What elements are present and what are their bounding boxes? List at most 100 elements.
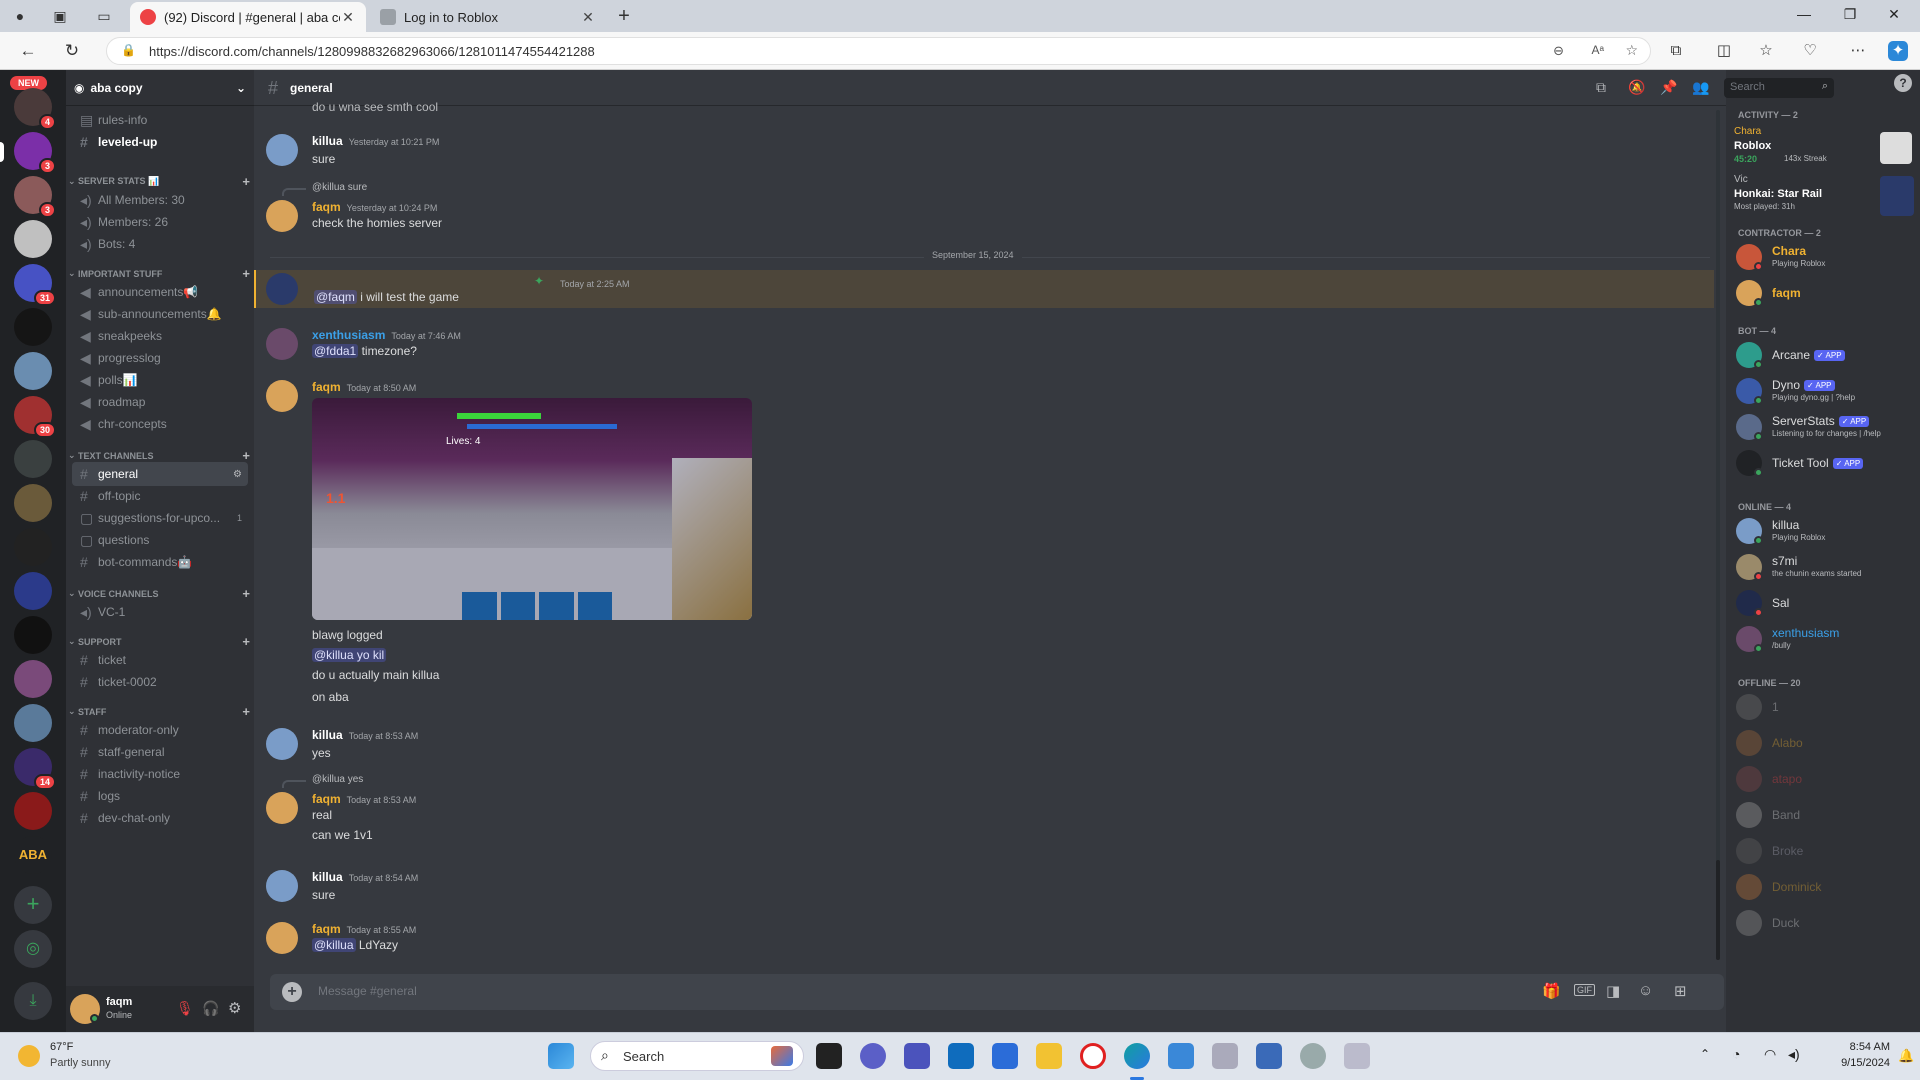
category-staff[interactable]: ⌄ STAFF +	[68, 704, 250, 719]
message-author[interactable]: killua Yesterday at 10:21 PM	[312, 134, 439, 148]
member-item[interactable]: Band	[1736, 798, 1916, 832]
search-input[interactable]: Search ⌕	[1724, 78, 1834, 98]
channel-suggestions[interactable]: ▢ suggestions-for-upco... 1	[72, 506, 248, 530]
add-channel-icon[interactable]: +	[242, 704, 250, 719]
tab-discord[interactable]: (92) Discord | #general | aba copy ✕	[130, 2, 366, 32]
restore-icon[interactable]: ❐	[1840, 6, 1860, 23]
guild-icon[interactable]: 3	[14, 176, 56, 218]
category-important-stuff[interactable]: ⌄ IMPORTANT STUFF +	[68, 266, 250, 281]
address-bar[interactable]: 🔒 https://discord.com/channels/128099883…	[106, 37, 1651, 65]
network-icon[interactable]: ◔	[1732, 1046, 1740, 1062]
weather-desc[interactable]: Partly sunny	[50, 1057, 111, 1069]
close-tab-icon[interactable]: ✕	[580, 9, 596, 26]
guild-icon[interactable]	[14, 352, 52, 390]
mute-mic-icon[interactable]: 🎙	[176, 1000, 194, 1017]
aba-guild-icon[interactable]: ABA	[14, 836, 52, 874]
guild-icon[interactable]	[14, 572, 52, 610]
member-item[interactable]: Arcane ✓ APP	[1736, 338, 1916, 372]
avatar[interactable]	[266, 328, 298, 360]
roblox-app-icon[interactable]	[1344, 1043, 1370, 1069]
guild-icon[interactable]	[14, 616, 52, 654]
channel-ticket[interactable]: # ticket	[72, 648, 248, 672]
add-channel-icon[interactable]: +	[242, 266, 250, 281]
notification-bell-icon[interactable]: 🔔	[1898, 1048, 1914, 1064]
zoom-icon[interactable]: ⊖	[1553, 43, 1564, 59]
avatar[interactable]	[266, 728, 298, 760]
user-settings-gear-icon[interactable]: ⚙	[228, 999, 241, 1017]
guild-icon[interactable]: 3	[14, 132, 56, 174]
gif-icon[interactable]: GIF	[1574, 984, 1595, 996]
member-item[interactable]: 1	[1736, 690, 1916, 724]
activity-card[interactable]: Chara Roblox 45:20 143x Streak	[1734, 126, 1914, 174]
app-icon[interactable]	[1212, 1043, 1238, 1069]
message-input[interactable]: Message #general	[318, 984, 417, 998]
favorites-icon[interactable]: ☆	[1756, 41, 1776, 61]
channel-vc-1[interactable]: ◂) VC-1	[72, 600, 248, 624]
start-icon[interactable]	[548, 1043, 574, 1069]
avatar[interactable]	[266, 200, 298, 232]
channel-polls[interactable]: ◀ polls📊	[72, 368, 248, 392]
gift-icon[interactable]: 🎁	[1542, 982, 1561, 1000]
channel-members[interactable]: ◂) Members: 26	[72, 210, 248, 234]
app-icon[interactable]	[1168, 1043, 1194, 1069]
message-author[interactable]: faqm Yesterday at 10:24 PM	[312, 200, 437, 214]
emoji-icon[interactable]: ☺	[1638, 982, 1653, 999]
guild-icon[interactable]: 4	[14, 88, 56, 130]
avatar[interactable]	[266, 870, 298, 902]
guild-icon[interactable]	[14, 440, 52, 478]
member-item[interactable]: Duck	[1736, 906, 1916, 940]
channel-all-members[interactable]: ◂) All Members: 30	[72, 188, 248, 212]
channel-general[interactable]: # general ⚙	[72, 462, 248, 486]
channel-rules-info[interactable]: ▤ rules-info	[72, 108, 248, 132]
close-window-icon[interactable]: ✕	[1884, 6, 1904, 23]
add-channel-icon[interactable]: +	[242, 634, 250, 649]
channel-chr-concepts[interactable]: ◀ chr-concepts	[72, 412, 248, 436]
reply-preview[interactable]: @killua sure	[312, 182, 367, 193]
mention[interactable]: @faqm	[314, 290, 357, 304]
task-view-icon[interactable]	[816, 1043, 842, 1069]
taskbar-search[interactable]: ⌕ Search	[590, 1041, 804, 1071]
message-author[interactable]: faqm Today at 8:55 AM	[312, 922, 416, 936]
clock-time[interactable]: 8:54 AM	[1830, 1041, 1890, 1053]
sticker-icon[interactable]: ◨	[1606, 982, 1620, 1000]
app-icon[interactable]	[1300, 1043, 1326, 1069]
threads-icon[interactable]: ⧉	[1596, 79, 1606, 96]
channel-sneakpeeks[interactable]: ◀ sneakpeeks	[72, 324, 248, 348]
mention[interactable]: @killua	[312, 938, 356, 952]
member-item[interactable]: Ticket Tool ✓ APP	[1736, 446, 1916, 480]
member-item[interactable]: s7mi the chunin exams started	[1736, 550, 1916, 584]
channel-progresslog[interactable]: ◀ progresslog	[72, 346, 248, 370]
channel-staff-general[interactable]: # staff-general	[72, 740, 248, 764]
member-item[interactable]: Dominick	[1736, 870, 1916, 904]
headphones-icon[interactable]: 🎧	[202, 1000, 219, 1017]
minimize-icon[interactable]: —	[1794, 6, 1814, 22]
volume-icon[interactable]: ◂)	[1788, 1046, 1800, 1063]
guild-icon[interactable]	[14, 220, 52, 258]
more-menu-icon[interactable]: ⋯	[1848, 41, 1868, 61]
add-channel-icon[interactable]: +	[242, 448, 250, 463]
extensions-icon[interactable]: ⧉	[1666, 41, 1686, 61]
settings-gear-icon[interactable]: ⚙	[233, 469, 242, 480]
channel-leveled-up[interactable]: # leveled-up	[72, 130, 248, 154]
scrollbar-thumb[interactable]	[1716, 860, 1720, 960]
channel-announcements[interactable]: ◀ announcements📢	[72, 280, 248, 304]
guild-icon[interactable]	[14, 792, 52, 830]
channel-moderator-only[interactable]: # moderator-only	[72, 718, 248, 742]
tab-roblox[interactable]: Log in to Roblox ✕	[370, 2, 606, 32]
help-icon[interactable]: ?	[1894, 74, 1912, 92]
apps-icon[interactable]: ⊞	[1674, 982, 1687, 1000]
member-item[interactable]: faqm	[1736, 276, 1916, 310]
message-author[interactable]: killua Today at 8:53 AM	[312, 728, 418, 742]
member-item[interactable]: xenthusiasm /bully	[1736, 622, 1916, 656]
refresh-icon[interactable]: ↻	[62, 41, 82, 61]
favorite-star-icon[interactable]: ☆	[1625, 42, 1638, 59]
avatar[interactable]	[266, 380, 298, 412]
member-item[interactable]: Sal	[1736, 586, 1916, 620]
member-item[interactable]: killua Playing Roblox	[1736, 514, 1916, 548]
channel-questions[interactable]: ▢ questions	[72, 528, 248, 552]
profile-icon[interactable]: ●	[10, 6, 30, 26]
guild-icon[interactable]	[14, 484, 52, 522]
member-item[interactable]: ServerStats ✓ APP Listening to for change…	[1736, 410, 1916, 444]
member-item[interactable]: atapo	[1736, 762, 1916, 796]
channel-ticket-0002[interactable]: # ticket-0002	[72, 670, 248, 694]
